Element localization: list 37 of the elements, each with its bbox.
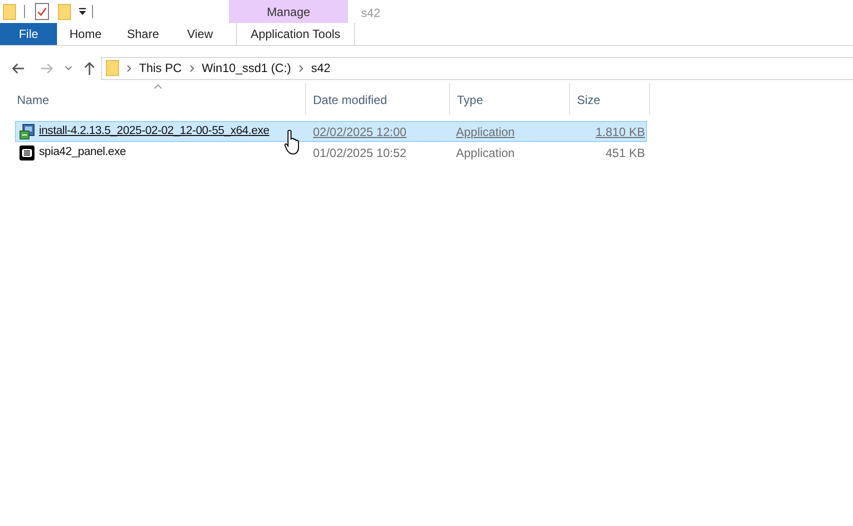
breadcrumb[interactable]: Win10_ssd1 (C:) xyxy=(202,59,292,77)
type-cell-text: Application xyxy=(455,124,516,140)
breadcrumb[interactable]: This PC xyxy=(139,59,182,77)
up-arrow-icon[interactable] xyxy=(84,62,95,74)
chevron-down-icon[interactable] xyxy=(65,66,72,70)
column-header[interactable]: Date modified xyxy=(306,83,450,115)
column-header[interactable]: Name xyxy=(10,83,306,115)
size-cell-text: 451 KB xyxy=(606,144,645,162)
type-cell-text: Application xyxy=(455,144,516,162)
checklist-icon[interactable] xyxy=(35,3,49,20)
application-icon xyxy=(19,144,35,160)
dropdown-icon[interactable] xyxy=(79,8,86,16)
ribbon-tab[interactable]: View xyxy=(172,23,228,45)
chevron-right-icon[interactable] xyxy=(190,64,194,72)
file-row[interactable]: install-4.2.13.5_2025-02-02_12-00-55_x64.exe 02/02/2025 12:00 Application 1.810 KB xyxy=(15,121,647,142)
ribbon-tab[interactable]: Application Tools xyxy=(236,23,355,45)
context-group-label: Manage xyxy=(229,0,348,23)
back-icon[interactable] xyxy=(12,62,25,74)
file-name: spia42_panel.exe xyxy=(39,144,126,160)
date-cell-text: 02/02/2025 12:00 xyxy=(312,124,408,140)
chevron-right-icon[interactable] xyxy=(127,64,131,72)
hand-cursor-icon xyxy=(284,129,301,156)
ribbon-tab[interactable]: Home xyxy=(57,23,114,45)
window-title: s42 xyxy=(361,5,380,22)
column-header[interactable]: Type xyxy=(450,83,570,115)
file-name: install-4.2.13.5_2025-02-02_12-00-55_x64.exe xyxy=(39,124,270,139)
column-header[interactable]: Size xyxy=(570,83,650,115)
chevron-right-icon[interactable] xyxy=(299,64,304,72)
installer-icon xyxy=(19,124,35,140)
file-row[interactable]: spia42_panel.exe 01/02/2025 10:52 Application 451 KB xyxy=(15,142,647,163)
date-cell-text: 01/02/2025 10:52 xyxy=(312,144,408,162)
size-cell-text: 1.810 KB xyxy=(596,124,645,140)
folder-icon xyxy=(106,60,119,76)
address-bar[interactable]: This PC Win10_ssd1 (C:) s42 xyxy=(101,56,853,80)
ribbon-tab[interactable]: Share xyxy=(114,23,172,45)
ribbon-tab[interactable]: File xyxy=(0,23,57,45)
breadcrumb[interactable]: s42 xyxy=(311,59,330,77)
